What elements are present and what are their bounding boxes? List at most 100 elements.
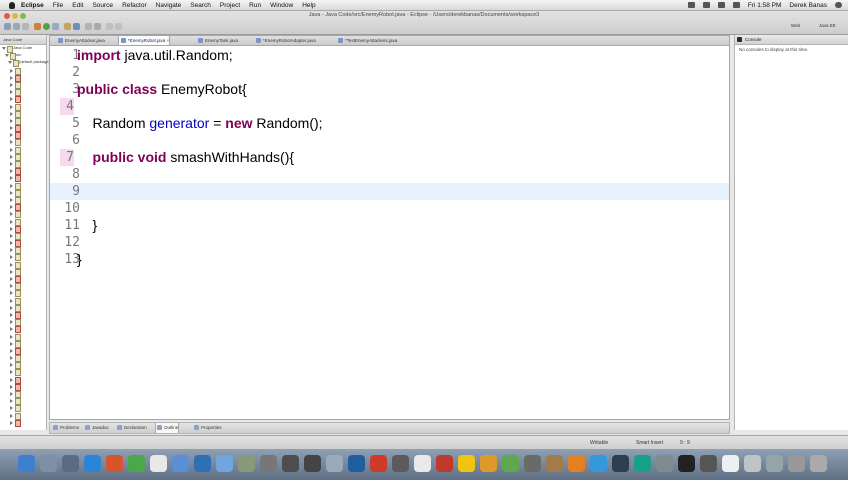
spotlight-icon[interactable] [835, 2, 842, 8]
bottom-tab-outline[interactable]: Outline [155, 423, 180, 433]
apple-icon[interactable] [9, 1, 15, 9]
dock-app-icon[interactable] [810, 455, 827, 472]
tree-item[interactable] [0, 311, 46, 319]
tree-item[interactable] [0, 196, 46, 204]
tree-item[interactable] [0, 232, 46, 240]
expand-arrow-icon[interactable] [10, 233, 13, 238]
expand-arrow-icon[interactable] [10, 399, 13, 404]
close-tab-icon[interactable]: × [165, 38, 170, 43]
code-line[interactable]: 9 [50, 183, 729, 200]
bottom-tab-javadoc[interactable]: Javadoc [84, 423, 109, 433]
editor-tab[interactable]: EnemyAttacker.java [56, 36, 105, 45]
tree-item[interactable] [0, 174, 46, 183]
tree-item[interactable] [0, 261, 46, 269]
back-icon[interactable] [106, 23, 113, 30]
console-tab[interactable]: Console [735, 35, 848, 45]
tree-item[interactable] [0, 189, 46, 197]
tree-item[interactable] [0, 412, 46, 420]
expand-arrow-icon[interactable] [10, 348, 13, 353]
dock-app-icon[interactable] [84, 455, 101, 472]
tree-item[interactable] [0, 146, 46, 154]
code-line[interactable]: 4 [50, 98, 729, 115]
new-icon[interactable] [4, 23, 11, 30]
code-line[interactable]: 3 public class EnemyRobot{ [50, 81, 729, 98]
tree-item[interactable] [0, 390, 46, 398]
open-type-icon[interactable] [85, 23, 92, 30]
dock-app-icon[interactable] [634, 455, 651, 472]
code-line[interactable]: 8 [50, 166, 729, 183]
tree-item[interactable] [0, 368, 46, 377]
menu-refactor[interactable]: Refactor [122, 2, 147, 9]
expand-arrow-icon[interactable] [10, 219, 13, 224]
dock-app-icon[interactable] [238, 455, 255, 472]
tree-item[interactable] [0, 103, 46, 111]
expand-arrow-icon[interactable] [10, 118, 13, 123]
tree-item[interactable] [0, 81, 46, 89]
expand-arrow-icon[interactable] [10, 420, 13, 425]
tree-item[interactable] [0, 246, 46, 255]
run-icon[interactable] [43, 23, 50, 30]
tree-item[interactable] [0, 347, 46, 355]
menubar-clock[interactable]: Fri 1:58 PM [748, 2, 782, 9]
tree-item[interactable] [0, 340, 46, 348]
dock-app-icon[interactable] [568, 455, 585, 472]
menu-source[interactable]: Source [92, 2, 113, 9]
code-line[interactable]: 12 [50, 234, 729, 251]
dock-app-icon[interactable] [414, 455, 431, 472]
expand-arrow-icon[interactable] [10, 212, 13, 217]
dock-app-icon[interactable] [106, 455, 123, 472]
expand-arrow-icon[interactable] [10, 97, 13, 102]
dock-app-icon[interactable] [370, 455, 387, 472]
code-line[interactable]: 7 public void smashWithHands(){ [50, 149, 729, 166]
tree-item[interactable] [0, 160, 46, 168]
expand-arrow-icon[interactable] [10, 190, 13, 195]
new-class-icon[interactable] [73, 23, 80, 30]
tree-item[interactable] [0, 361, 46, 370]
tree-item[interactable] [0, 95, 46, 104]
expand-arrow-icon[interactable] [10, 327, 13, 332]
expand-arrow-icon[interactable] [8, 61, 12, 65]
dock-app-icon[interactable] [612, 455, 629, 472]
dock-app-icon[interactable] [128, 455, 145, 472]
tree-item[interactable] [0, 88, 46, 97]
expand-arrow-icon[interactable] [2, 47, 6, 50]
expand-arrow-icon[interactable] [10, 162, 13, 166]
dock-app-icon[interactable] [744, 455, 761, 472]
forward-icon[interactable] [115, 23, 122, 30]
save-icon[interactable] [13, 23, 20, 30]
dock-app-icon[interactable] [150, 455, 167, 472]
bottom-tab-problems[interactable]: Problems [52, 423, 79, 433]
tree-item[interactable] [0, 203, 46, 212]
code-line[interactable]: 6 [50, 132, 729, 149]
tree-item[interactable] [0, 282, 46, 291]
dock-app-icon[interactable] [678, 455, 695, 472]
expand-arrow-icon[interactable] [10, 384, 13, 389]
expand-arrow-icon[interactable] [10, 277, 13, 281]
tree-item[interactable] [0, 124, 46, 133]
expand-arrow-icon[interactable] [10, 176, 13, 181]
expand-arrow-icon[interactable] [10, 356, 13, 361]
code-line[interactable]: 13} [50, 251, 729, 268]
expand-arrow-icon[interactable] [10, 104, 13, 109]
volume-icon[interactable] [717, 2, 725, 8]
dock-app-icon[interactable] [216, 455, 233, 472]
expand-arrow-icon[interactable] [10, 370, 13, 375]
code-area[interactable]: 1 import java.util.Random; 2 3 public class … [50, 46, 729, 419]
expand-arrow-icon[interactable] [10, 197, 13, 202]
expand-arrow-icon[interactable] [10, 255, 13, 260]
dock-app-icon[interactable] [524, 455, 541, 472]
code-line[interactable]: 2 [50, 64, 729, 81]
code-line[interactable]: 1 import java.util.Random; [50, 47, 729, 64]
menubar-user[interactable]: Derek Banas [789, 2, 827, 9]
code-line[interactable]: 5 Random generator = new Random(); [50, 115, 729, 132]
tree-item[interactable] [0, 182, 46, 190]
bottom-tab-properties[interactable]: Properties [193, 423, 222, 433]
dock-app-icon[interactable] [282, 455, 299, 472]
tree-item[interactable]: Java Code [0, 45, 46, 53]
expand-arrow-icon[interactable] [10, 75, 13, 80]
tree-item[interactable] [0, 404, 46, 413]
dock-app-icon[interactable] [40, 455, 57, 472]
expand-arrow-icon[interactable] [10, 269, 13, 274]
tree-item[interactable] [0, 253, 46, 262]
menu-search[interactable]: Search [190, 2, 211, 9]
